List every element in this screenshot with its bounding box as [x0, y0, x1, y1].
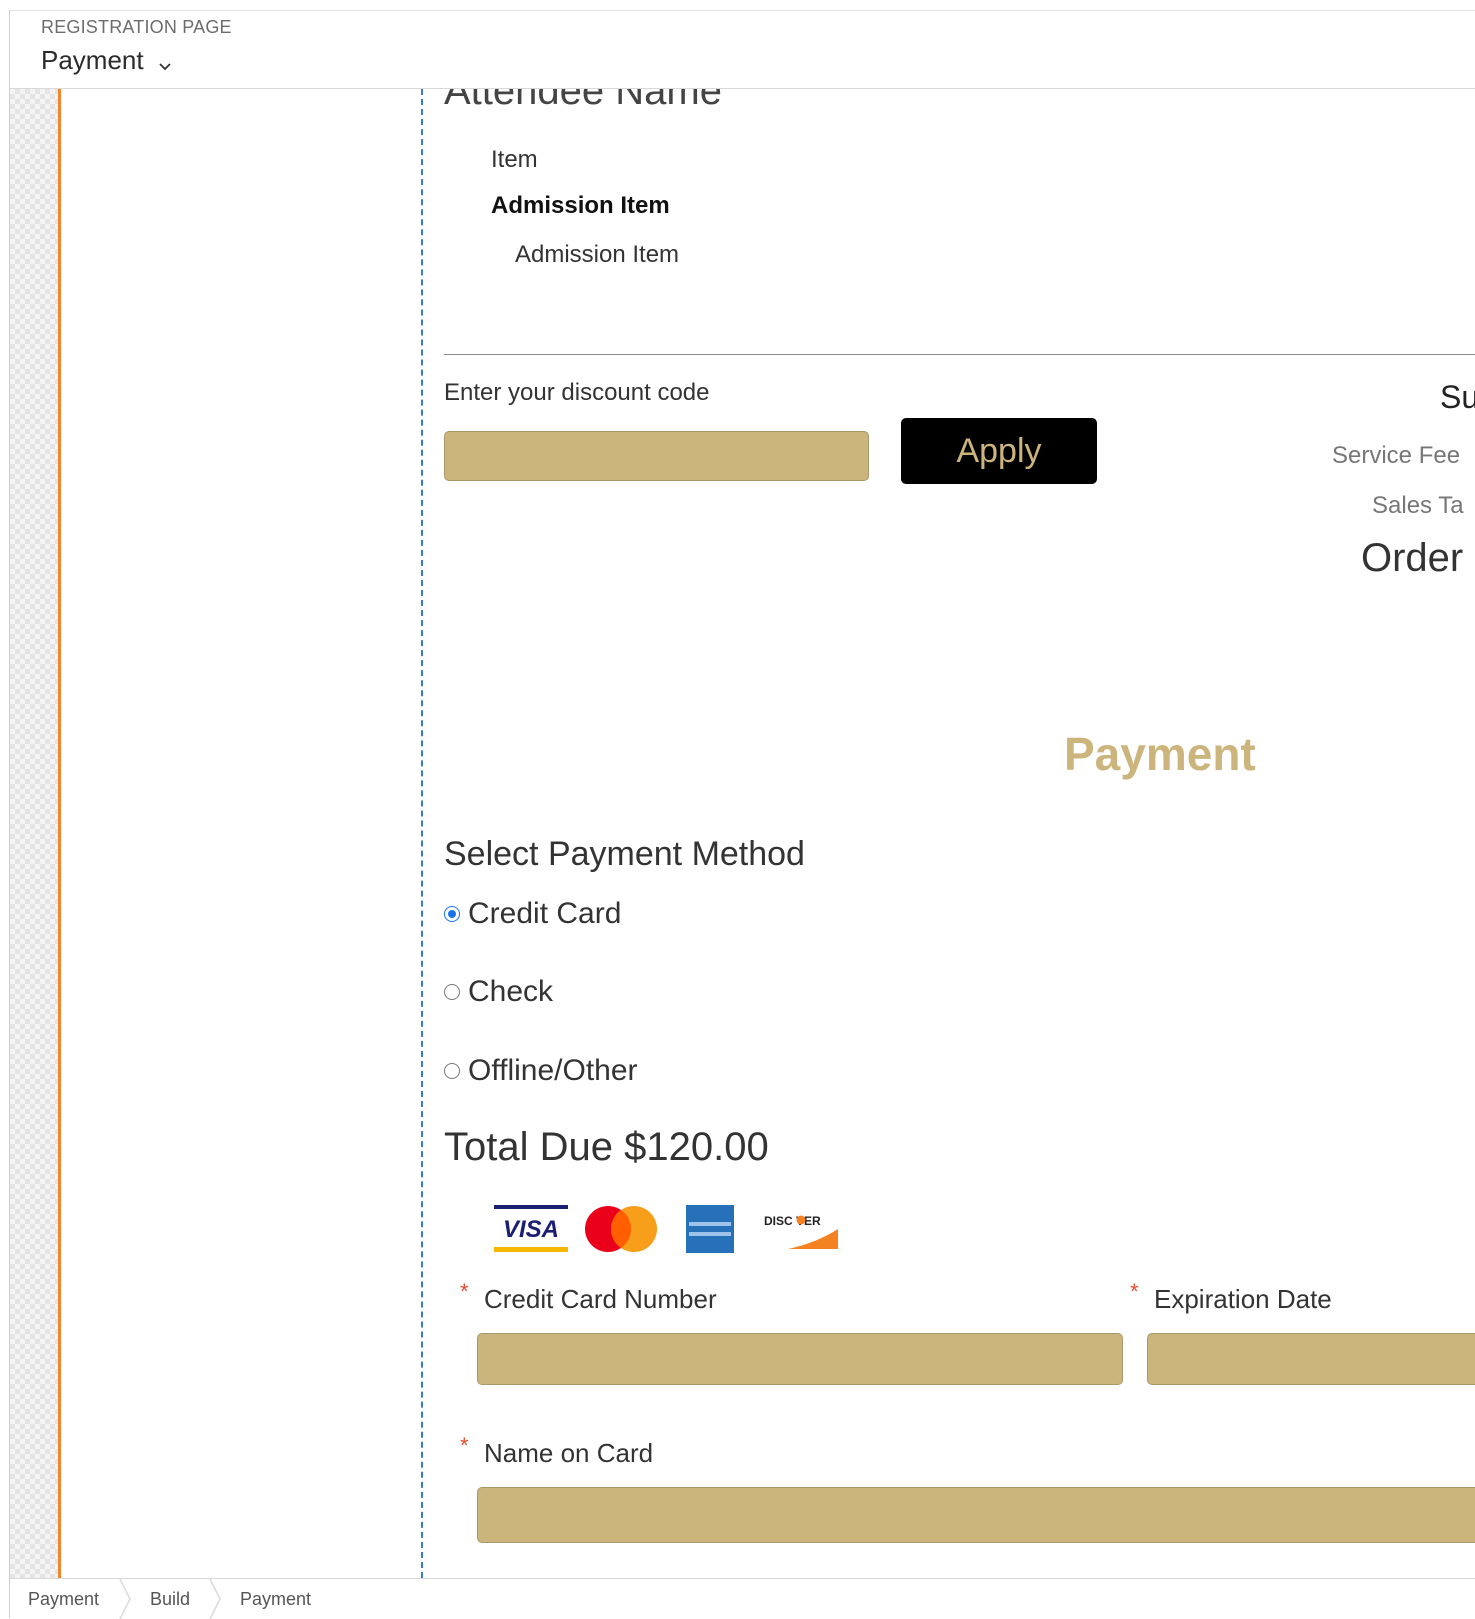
payment-method-label: Offline/Other	[468, 1054, 638, 1087]
required-marker: *	[1130, 1279, 1139, 1304]
breadcrumb-item-payment-current[interactable]: Payment	[240, 1589, 311, 1610]
chevron-down-icon	[158, 48, 172, 79]
card-number-label: Credit Card Number	[484, 1284, 717, 1314]
section-edge-indicator	[58, 89, 61, 1578]
radio-offline-other[interactable]	[444, 1063, 460, 1079]
discover-logo-text: DISC VER	[764, 1214, 821, 1228]
american-express-logo	[686, 1205, 734, 1258]
order-total-label: Order	[1361, 536, 1464, 580]
breadcrumb-separator-icon	[119, 1579, 131, 1619]
summary-heading: Su	[1440, 379, 1475, 415]
payment-method-offline[interactable]: Offline/Other	[444, 1054, 638, 1088]
page-select-dropdown[interactable]: Payment	[41, 42, 172, 79]
drop-zone-outline	[421, 89, 423, 1578]
sales-tax-label: Sales Ta	[1372, 492, 1464, 519]
name-on-card-input[interactable]	[477, 1487, 1475, 1543]
item-column-label: Item	[491, 146, 538, 173]
breadcrumb-item-build[interactable]: Build	[150, 1589, 190, 1610]
required-marker: *	[460, 1279, 469, 1304]
item-subtitle: Admission Item	[515, 241, 680, 268]
breadcrumb-item-payment[interactable]: Payment	[28, 1589, 99, 1610]
canvas-checker-background	[10, 89, 59, 1578]
expiration-date-input[interactable]	[1147, 1333, 1475, 1385]
expiration-date-label: Expiration Date	[1154, 1284, 1332, 1314]
payment-method-label: Check	[468, 975, 554, 1008]
accepted-cards: VISA DISC VER	[494, 1204, 838, 1259]
radio-check[interactable]	[444, 984, 460, 1000]
radio-credit-card[interactable]	[444, 906, 460, 922]
card-number-input[interactable]	[477, 1333, 1123, 1385]
header-kicker: REGISTRATION PAGE	[41, 17, 232, 37]
payment-method-check[interactable]: Check	[444, 975, 553, 1009]
discover-logo: DISC VER	[764, 1209, 838, 1254]
select-payment-method-label: Select Payment Method	[444, 835, 805, 873]
page-select-label: Payment	[41, 45, 144, 75]
payment-section-title: Payment	[1064, 728, 1256, 780]
apply-discount-button[interactable]: Apply	[901, 418, 1097, 484]
discount-code-label: Enter your discount code	[444, 379, 710, 406]
item-title: Admission Item	[491, 192, 670, 219]
discount-code-input[interactable]	[444, 431, 869, 481]
payment-method-label: Credit Card	[468, 897, 622, 930]
registration-form-canvas: Attendee Name Item Admission Item Admiss…	[424, 89, 1475, 1578]
breadcrumb-separator-icon	[209, 1579, 221, 1619]
page-header: REGISTRATION PAGE Payment	[10, 11, 1475, 89]
breadcrumb: Payment Build Payment	[10, 1578, 1475, 1619]
name-on-card-label: Name on Card	[484, 1438, 654, 1468]
section-divider	[444, 354, 1475, 355]
required-marker: *	[460, 1433, 469, 1458]
service-fee-label: Service Fee	[1332, 442, 1461, 469]
visa-logo: VISA	[494, 1205, 568, 1258]
total-due: Total Due $120.00	[444, 1125, 769, 1169]
payment-method-credit-card[interactable]: Credit Card	[444, 897, 621, 931]
attendee-name-heading: Attendee Name	[444, 89, 722, 113]
visa-logo-text: VISA	[503, 1216, 559, 1243]
mastercard-logo	[584, 1204, 658, 1259]
